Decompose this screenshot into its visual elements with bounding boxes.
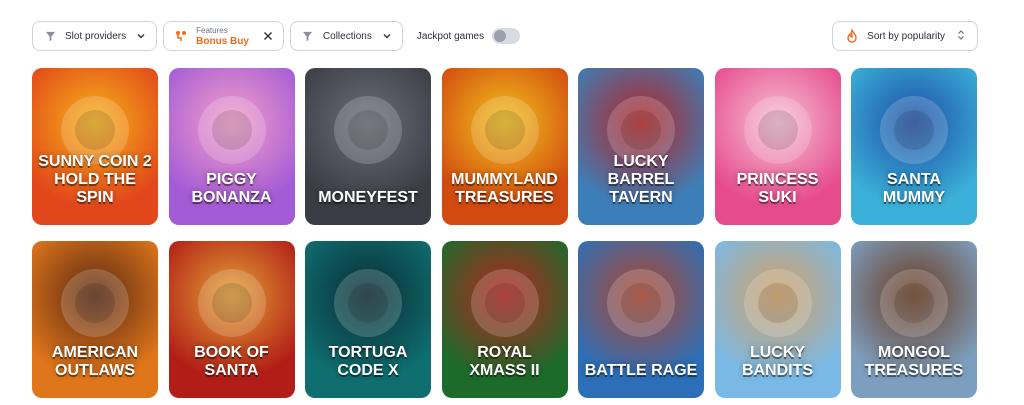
game-title: Lucky Bandits (741, 344, 814, 379)
game-title: Mummyland Treasures (451, 171, 558, 206)
chevron-down-icon (136, 31, 146, 41)
game-title: Sunny Coin 2 Hold The Spin (38, 153, 152, 206)
game-title: Moneyfest (318, 189, 418, 206)
game-title: Lucky Barrel Tavern (607, 153, 675, 206)
chevron-down-icon (382, 31, 392, 41)
features-caption: Features (196, 26, 228, 35)
game-tile[interactable]: Mongol Treasures (851, 241, 977, 398)
game-title: Princess Suki (736, 171, 819, 206)
features-filter[interactable]: Features Bonus Buy (163, 21, 284, 51)
game-title: Battle Rage (584, 362, 698, 379)
slot-providers-label: Slot providers (65, 30, 127, 42)
collections-filter[interactable]: Collections (289, 21, 403, 51)
game-tile[interactable]: Book of Santa (168, 241, 295, 398)
game-title: Piggy Bonanza (191, 171, 272, 206)
sort-label: Sort by popularity (867, 30, 945, 42)
game-tile[interactable]: Lucky Bandits (714, 241, 841, 398)
game-title: Santa Mummy (882, 171, 946, 206)
funnel-icon (43, 29, 57, 43)
game-tile[interactable]: American Outlaws (32, 241, 158, 398)
game-tile[interactable]: Sunny Coin 2 Hold The Spin (32, 68, 158, 225)
game-title: Mongol Treasures (864, 344, 964, 379)
game-title: Royal Xmass II (469, 344, 540, 379)
feature-icon (174, 29, 188, 43)
flame-icon (845, 29, 859, 43)
close-icon[interactable] (263, 31, 273, 41)
toggle-knob (494, 30, 507, 42)
game-tile[interactable]: Santa Mummy (851, 68, 977, 225)
game-tile[interactable]: Piggy Bonanza (168, 68, 295, 225)
game-tile[interactable]: Tortuga Code X (305, 241, 431, 398)
slot-providers-filter[interactable]: Slot providers (32, 21, 158, 51)
jackpot-games-label: Jackpot games (416, 30, 485, 42)
collections-label: Collections (322, 30, 372, 42)
game-title: American Outlaws (51, 344, 139, 379)
funnel-icon (301, 29, 315, 43)
game-tile[interactable]: Battle Rage (578, 241, 704, 398)
features-value: Bonus Buy (196, 36, 249, 47)
game-tile[interactable]: Moneyfest (305, 68, 431, 225)
filter-bar: Slot providers Features Bonus Buy Collec… (32, 21, 978, 51)
game-tile[interactable]: Royal Xmass II (441, 241, 568, 398)
game-tile[interactable]: Princess Suki (714, 68, 841, 225)
sort-dropdown[interactable]: Sort by popularity (832, 21, 978, 51)
game-title: Tortuga Code X (328, 344, 408, 379)
game-title: Book of Santa (194, 344, 269, 379)
game-tile[interactable]: Lucky Barrel Tavern (578, 68, 704, 225)
game-tile[interactable]: Mummyland Treasures (441, 68, 568, 225)
sort-arrows-icon (957, 29, 965, 44)
jackpot-games-toggle[interactable] (492, 28, 521, 44)
